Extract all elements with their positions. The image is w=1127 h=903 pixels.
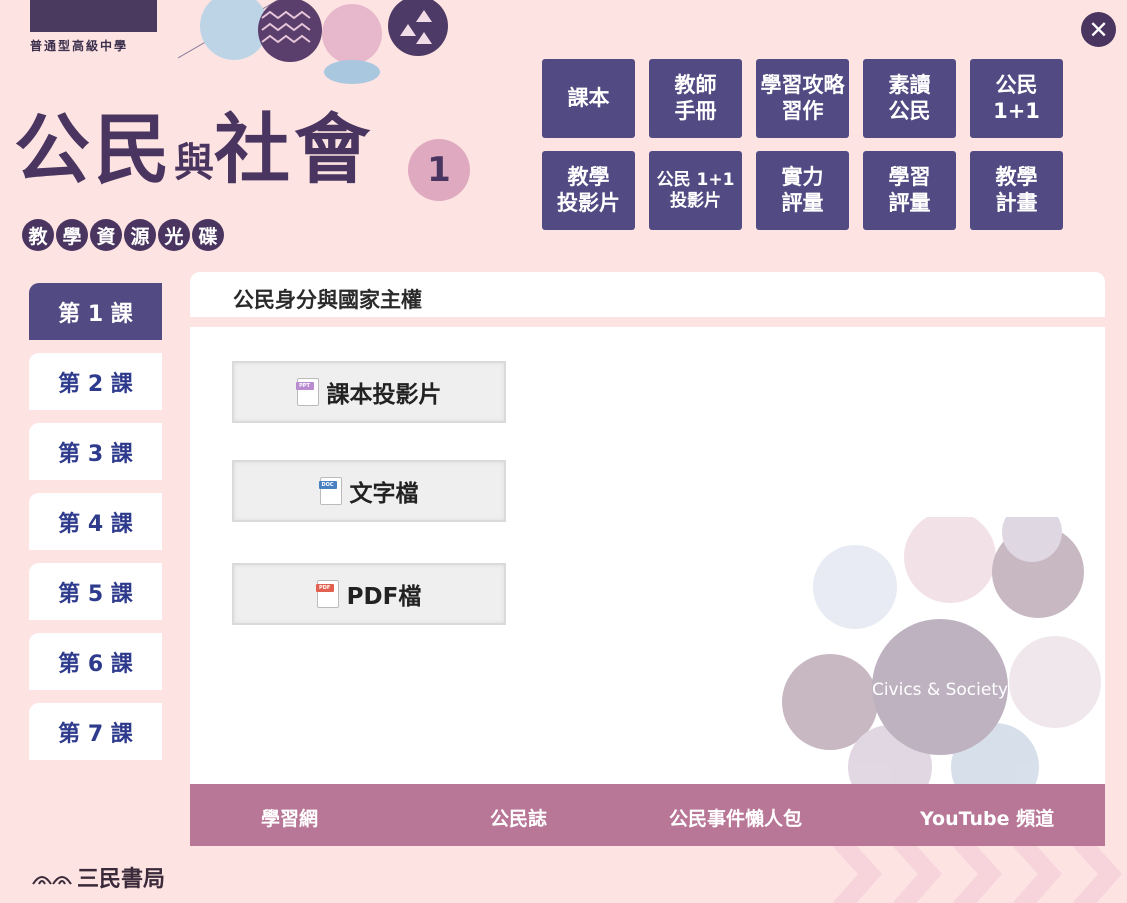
pdf-file-icon: PDF (315, 580, 339, 608)
lesson-tab-3[interactable]: 第 3 課 (29, 423, 162, 480)
resource-button-teacher-manual[interactable]: 教師 手冊 (649, 59, 742, 138)
subtitle-char: 碟 (192, 219, 224, 251)
file-button-textbook-slides[interactable]: PPT 課本投影片 (232, 361, 506, 423)
footer-link-civics-magazine[interactable]: 公民誌 (490, 804, 547, 831)
resource-menu: 課本 教師 手冊 學習攻略 習作 素讀 公民 公民 1+1 教學 投影片 公民 … (542, 59, 1063, 230)
lesson-tab-2[interactable]: 第 2 課 (29, 353, 162, 410)
lesson-tab-6[interactable]: 第 6 課 (29, 633, 162, 690)
lesson-tab-5[interactable]: 第 5 課 (29, 563, 162, 620)
title-society: 社會 (214, 105, 374, 194)
file-tag: PPT (295, 382, 314, 390)
subtitle-teaching-resource-disc: 教 學 資 源 光 碟 (22, 219, 224, 251)
subtitle-char: 光 (158, 219, 190, 251)
lesson-tab-1[interactable]: 第 1 課 (29, 283, 162, 340)
resource-button-textbook[interactable]: 課本 (542, 59, 635, 138)
file-button-pdf[interactable]: PDF PDF檔 (232, 563, 506, 625)
resource-button-proficiency-test[interactable]: 實力 評量 (756, 151, 849, 230)
title-civics: 公民 (14, 105, 174, 194)
close-icon: ✕ (1088, 15, 1109, 44)
subtitle-char: 源 (124, 219, 156, 251)
file-button-text-file[interactable]: DOC 文字檔 (232, 460, 506, 522)
file-button-label: 課本投影片 (326, 382, 442, 408)
title-and: 與 (174, 139, 214, 186)
subtitle-char: 教 (22, 219, 54, 251)
volume-badge: 1 (408, 139, 470, 201)
resource-button-teaching-plan[interactable]: 教學 計畫 (970, 151, 1063, 230)
doc-file-icon: DOC (318, 477, 342, 505)
footer-link-learning-site[interactable]: 學習網 (261, 804, 318, 831)
resource-button-civics-1plus1-slides[interactable]: 公民 1+1 投影片 (649, 151, 742, 230)
file-button-label: PDF檔 (346, 584, 422, 610)
footer-link-civic-events-pack[interactable]: 公民事件懶人包 (669, 804, 802, 831)
content-header: 公民身分與國家主權 (190, 272, 1105, 317)
subtitle-char: 學 (56, 219, 88, 251)
resource-button-workbook[interactable]: 學習攻略 習作 (756, 59, 849, 138)
civics-society-decoration: Civics & Society (782, 517, 1101, 784)
content-panel: Civics & Society PPT 課本投影片 DOC 文字檔 PDF P… (190, 327, 1105, 784)
decorative-circles (178, 0, 448, 84)
lesson-title: 公民身分與國家主權 (233, 288, 422, 312)
footer-links-bar: 學習網 公民誌 公民事件懶人包 YouTube 頻道 (190, 784, 1105, 846)
brand-bar (30, 0, 157, 32)
resource-button-learning-assessment[interactable]: 學習 評量 (863, 151, 956, 230)
lesson-tab-7[interactable]: 第 7 課 (29, 703, 162, 760)
lesson-tab-4[interactable]: 第 4 課 (29, 493, 162, 550)
publisher-logo: 三民書局 (31, 861, 165, 893)
ppt-file-icon: PPT (295, 378, 319, 406)
publisher-name: 三民書局 (77, 866, 166, 892)
file-tag: PDF (315, 584, 334, 592)
civics-society-text: Civics & Society (872, 680, 1008, 700)
publisher-logo-icon (32, 876, 72, 885)
file-tag: DOC (318, 481, 337, 489)
lesson-nav: 第 1 課 第 2 課 第 3 課 第 4 課 第 5 課 第 6 課 第 7 … (29, 283, 162, 773)
file-button-label: 文字檔 (349, 481, 419, 507)
decorative-chevrons (833, 846, 1123, 903)
resource-button-teaching-slides[interactable]: 教學 投影片 (542, 151, 635, 230)
resource-button-literacy-civics[interactable]: 素讀 公民 (863, 59, 956, 138)
close-button[interactable]: ✕ (1081, 12, 1116, 47)
resource-button-civics-1plus1[interactable]: 公民 1+1 (970, 59, 1063, 138)
footer-link-youtube-channel[interactable]: YouTube 頻道 (920, 804, 1054, 831)
subtitle-char: 資 (90, 219, 122, 251)
school-level-label: 普通型高級中學 (30, 39, 129, 53)
app-title: 公民與社會 (14, 112, 374, 188)
